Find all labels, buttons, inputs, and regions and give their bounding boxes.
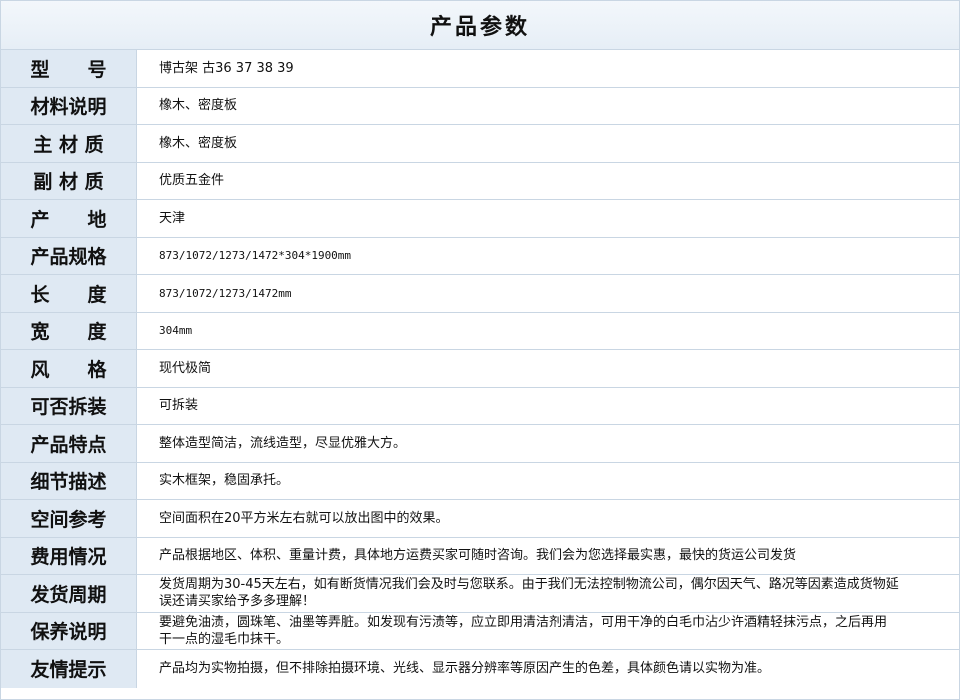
row-label: 可否拆装 [1,387,137,424]
row-label: 材料说明 [1,87,137,124]
row-label: 长 度 [1,275,137,312]
row-label: 产品特点 [1,425,137,462]
row-label: 友情提示 [1,650,137,688]
row-friendly-tips: 友情提示 产品均为实物拍摄，但不排除拍摄环境、光线、显示器分辨率等原因产生的色差… [1,650,959,688]
row-value: 873/1072/1273/1472*304*1900mm [159,249,352,263]
row-value: 发货周期为30-45天左右，如有断货情况我们会及时与您联系。由于我们无法控制物流… [159,577,899,610]
row-label: 产 地 [1,200,137,237]
row-value: 橡木、密度板 [159,135,238,151]
row-label: 风 格 [1,350,137,387]
row-value: 天津 [159,210,186,226]
row-main-material: 主 材 质 橡木、密度板 [1,125,959,163]
row-label: 副 材 质 [1,162,137,199]
table-title-bar: 产品参数 [1,1,959,50]
row-length: 长 度 873/1072/1273/1472mm [1,275,959,313]
row-care-instructions: 保养说明 要避免油渍，圆珠笔、油墨等弄脏。如发现有污渍等，应立即用清洁剂清洁，可… [1,612,959,650]
row-label: 主 材 质 [1,125,137,162]
row-label: 型 号 [1,50,137,87]
row-value: 博古架 古36 37 38 39 [159,60,294,76]
row-value: 可拆装 [159,398,199,414]
parameter-rows: 型 号 博古架 古36 37 38 39 材料说明 橡木、密度板 主 材 质 橡… [1,50,959,688]
row-value: 产品根据地区、体积、重量计费，具体地方运费买家可随时咨询。我们会为您选择最实惠，… [159,548,797,564]
row-value: 产品均为实物拍摄，但不排除拍摄环境、光线、显示器分辨率等原因产生的色差，具体颜色… [159,661,771,677]
table-title: 产品参数 [429,15,530,40]
row-label: 产品规格 [1,237,137,274]
row-model: 型 号 博古架 古36 37 38 39 [1,50,959,88]
row-label: 发货周期 [1,575,137,612]
row-value: 873/1072/1273/1472mm [159,286,292,300]
row-material-description: 材料说明 橡木、密度板 [1,87,959,125]
row-value: 空间面积在20平方米左右就可以放出图中的效果。 [159,510,449,526]
row-label: 细节描述 [1,462,137,499]
row-secondary-material: 副 材 质 优质五金件 [1,162,959,200]
row-shipping-cost: 费用情况 产品根据地区、体积、重量计费，具体地方运费买家可随时咨询。我们会为您选… [1,537,959,575]
row-value: 要避免油渍，圆珠笔、油墨等弄脏。如发现有污渍等，应立即用清洁剂清洁，可用干净的白… [159,614,888,647]
row-details: 细节描述 实木框架，稳固承托。 [1,462,959,500]
row-value: 整体造型简洁，流线造型，尽显优雅大方。 [159,435,407,451]
row-label: 费用情况 [1,537,137,574]
row-origin: 产 地 天津 [1,200,959,238]
row-label: 保养说明 [1,612,137,649]
row-features: 产品特点 整体造型简洁，流线造型，尽显优雅大方。 [1,425,959,463]
row-specification: 产品规格 873/1072/1273/1472*304*1900mm [1,237,959,275]
row-delivery-period: 发货周期 发货周期为30-45天左右，如有断货情况我们会及时与您联系。由于我们无… [1,575,959,613]
row-label: 空间参考 [1,500,137,537]
row-value: 橡木、密度板 [159,98,238,114]
product-parameters-table: 产品参数 型 号 博古架 古36 37 38 39 材料说明 橡木、密度板 主 … [0,0,960,700]
row-space-reference: 空间参考 空间面积在20平方米左右就可以放出图中的效果。 [1,500,959,538]
row-value: 优质五金件 [159,173,225,189]
row-detachable: 可否拆装 可拆装 [1,387,959,425]
row-label: 宽 度 [1,312,137,349]
row-style: 风 格 现代极简 [1,350,959,388]
row-value: 实木框架，稳固承托。 [159,473,290,489]
row-value: 现代极简 [159,360,212,376]
row-value: 304mm [159,324,193,338]
row-width: 宽 度 304mm [1,312,959,350]
